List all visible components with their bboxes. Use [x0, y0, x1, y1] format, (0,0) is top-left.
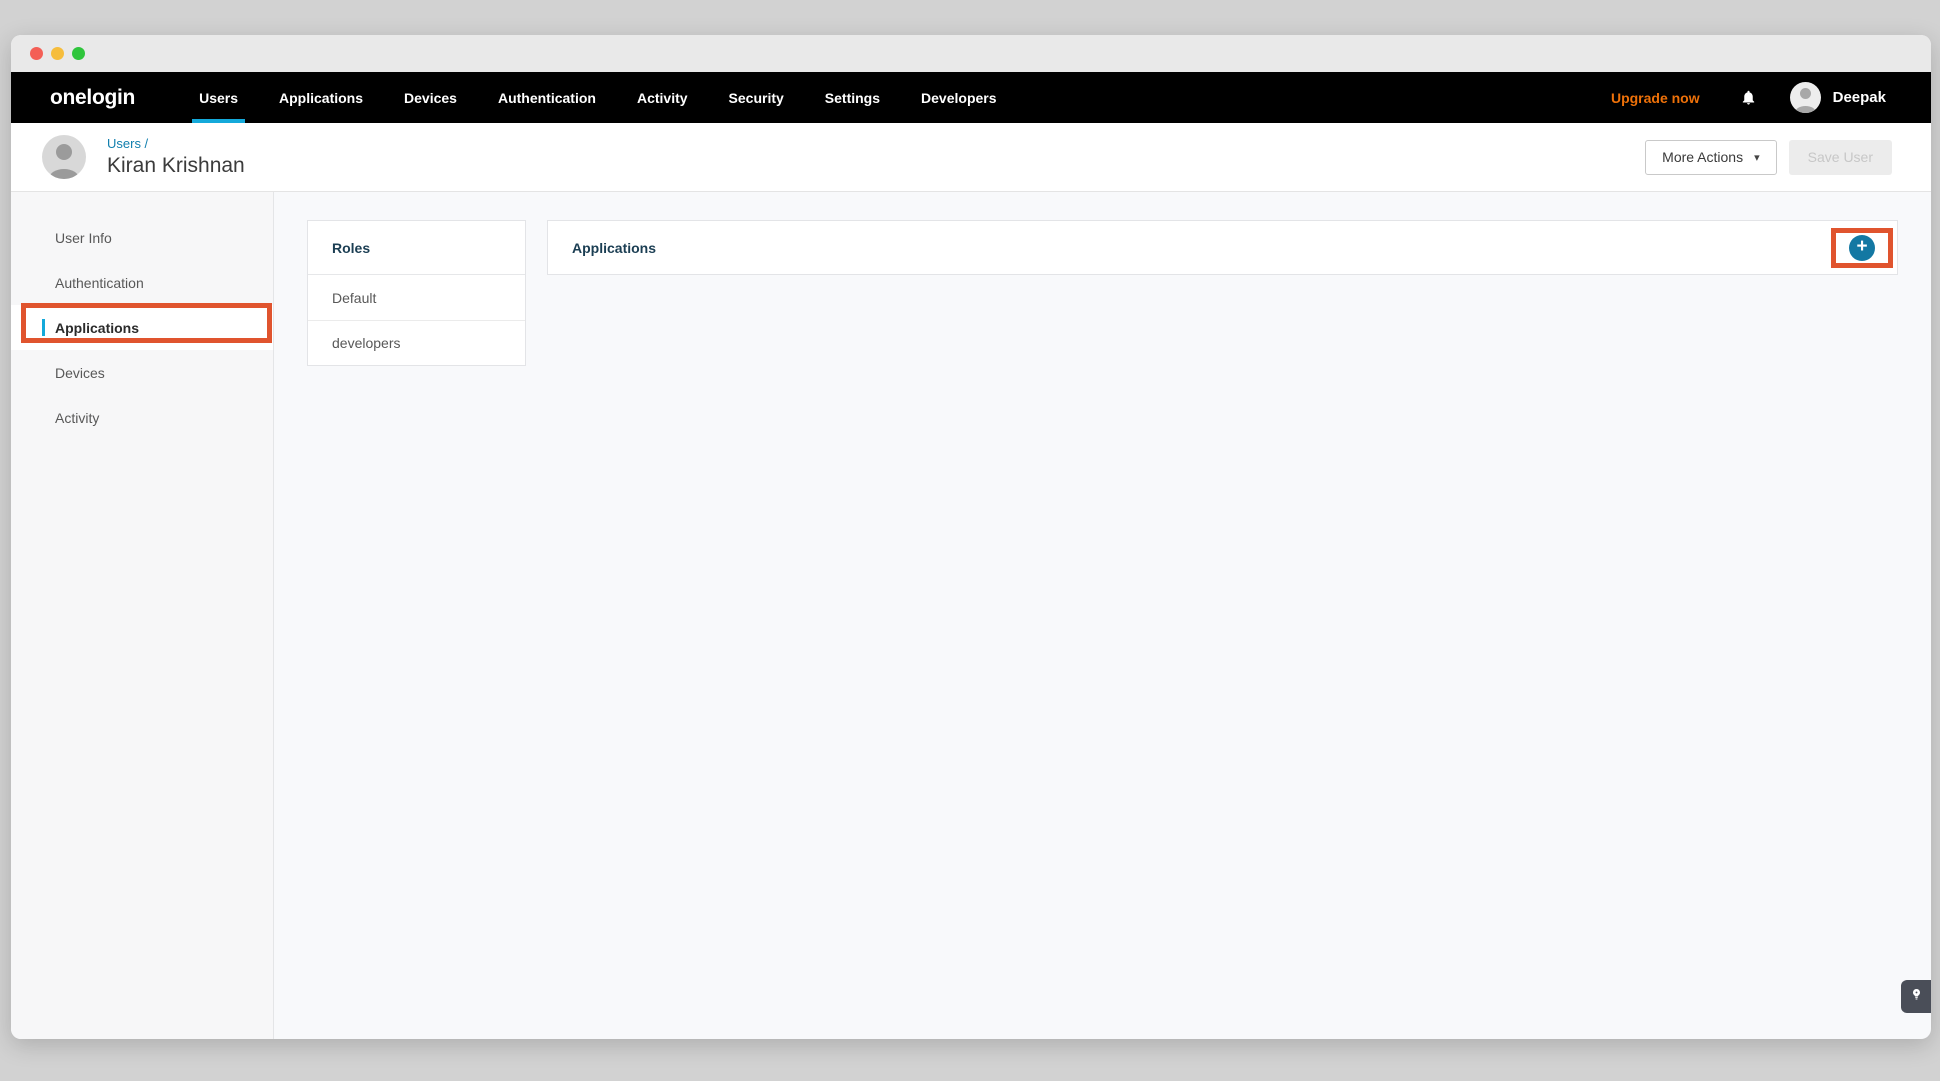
- applications-panel: Applications +: [547, 220, 1898, 275]
- roles-title: Roles: [332, 240, 370, 256]
- nav-item-developers[interactable]: Developers: [921, 72, 996, 123]
- page-header: Users / Kiran Krishnan More Actions ▾ Sa…: [11, 123, 1931, 192]
- nav-item-users[interactable]: Users: [199, 72, 238, 123]
- sidebar-item-devices[interactable]: Devices: [11, 350, 273, 395]
- roles-panel-header: Roles: [308, 221, 525, 275]
- more-actions-label: More Actions: [1662, 149, 1743, 165]
- nav-item-activity[interactable]: Activity: [637, 72, 688, 123]
- nav-items: Users Applications Devices Authenticatio…: [199, 72, 1037, 123]
- sidebar-item-authentication[interactable]: Authentication: [11, 260, 273, 305]
- add-application-button[interactable]: +: [1849, 235, 1875, 261]
- selected-indicator-bar: [42, 319, 45, 336]
- sidebar: User Info Authentication Applications De…: [11, 192, 274, 1039]
- notifications-bell-icon[interactable]: [1740, 89, 1757, 106]
- main-panel-area: Roles Default developers Applications +: [274, 192, 1931, 1039]
- close-window-icon[interactable]: [30, 47, 43, 60]
- plus-icon: +: [1856, 235, 1867, 259]
- top-navbar: onelogin Users Applications Devices Auth…: [11, 72, 1931, 123]
- nav-item-devices[interactable]: Devices: [404, 72, 457, 123]
- more-actions-button[interactable]: More Actions ▾: [1645, 140, 1776, 175]
- header-buttons: More Actions ▾ Save User: [1645, 140, 1931, 175]
- window-titlebar: [11, 35, 1931, 72]
- help-beacon-tab[interactable]: [1901, 980, 1931, 1013]
- page-title: Kiran Krishnan: [107, 154, 245, 178]
- upgrade-now-link[interactable]: Upgrade now: [1611, 90, 1700, 106]
- sidebar-item-user-info[interactable]: User Info: [11, 215, 273, 260]
- breadcrumb[interactable]: Users /: [107, 136, 245, 151]
- save-user-button[interactable]: Save User: [1789, 140, 1892, 175]
- sidebar-item-label: Applications: [55, 320, 139, 336]
- account-avatar[interactable]: [1790, 82, 1821, 113]
- sidebar-item-activity[interactable]: Activity: [11, 395, 273, 440]
- nav-item-applications[interactable]: Applications: [279, 72, 363, 123]
- sidebar-item-applications[interactable]: Applications: [11, 305, 273, 350]
- lightbulb-icon: [1909, 987, 1924, 1007]
- role-row-developers[interactable]: developers: [308, 320, 525, 365]
- navbar-right: Upgrade now Deepak: [1611, 72, 1931, 123]
- window-controls: [30, 47, 85, 60]
- account-name[interactable]: Deepak: [1833, 89, 1886, 106]
- roles-panel: Roles Default developers: [307, 220, 526, 366]
- user-avatar: [42, 135, 86, 179]
- app-window: onelogin Users Applications Devices Auth…: [11, 35, 1931, 1039]
- title-block: Users / Kiran Krishnan: [107, 136, 245, 178]
- add-application-wrap: +: [1849, 235, 1875, 261]
- nav-item-authentication[interactable]: Authentication: [498, 72, 596, 123]
- nav-item-settings[interactable]: Settings: [825, 72, 880, 123]
- chevron-down-icon: ▾: [1754, 151, 1760, 164]
- onelogin-logo[interactable]: onelogin: [50, 86, 135, 110]
- content-area: User Info Authentication Applications De…: [11, 192, 1931, 1039]
- nav-item-security[interactable]: Security: [729, 72, 784, 123]
- zoom-window-icon[interactable]: [72, 47, 85, 60]
- applications-title: Applications: [572, 240, 656, 256]
- role-row-default[interactable]: Default: [308, 275, 525, 320]
- minimize-window-icon[interactable]: [51, 47, 64, 60]
